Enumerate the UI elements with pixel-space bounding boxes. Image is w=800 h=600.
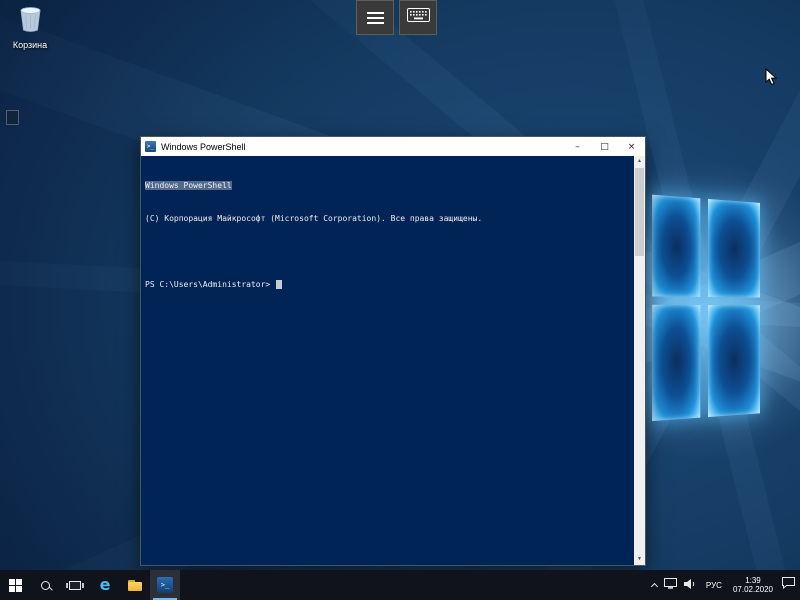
display-tray-button[interactable] — [664, 570, 677, 600]
system-tray: РУС 1:39 07.02.2020 — [652, 570, 800, 600]
volume-tray-button[interactable] — [684, 570, 697, 600]
mouse-cursor — [765, 68, 777, 91]
console-output[interactable]: Windows PowerShell (C) Корпорация Майкро… — [141, 156, 645, 565]
window-title: Windows PowerShell — [161, 142, 564, 152]
clock-date: 07.02.2020 — [733, 585, 773, 594]
powershell-window-icon: >_ — [145, 141, 156, 152]
language-indicator[interactable]: РУС — [704, 570, 724, 600]
windows-logo-pane — [708, 199, 760, 298]
internet-explorer-icon: e — [100, 577, 111, 593]
windows-start-icon — [9, 579, 22, 592]
desktop-icon-recycle-bin[interactable]: Корзина — [4, 6, 56, 50]
search-icon — [41, 581, 50, 590]
minimize-button[interactable]: – — [564, 137, 591, 156]
console-prompt-line: PS C:\Users\Administrator> — [145, 279, 641, 290]
search-button[interactable] — [30, 570, 60, 600]
close-button[interactable]: × — [618, 137, 645, 156]
powershell-taskbar-button[interactable]: >_ — [150, 570, 180, 600]
start-button[interactable] — [0, 570, 30, 600]
vm-console-toolbar — [356, 0, 437, 35]
hidden-icons-button[interactable] — [652, 570, 657, 600]
task-view-icon — [69, 581, 81, 590]
scroll-down-icon[interactable]: ▼ — [634, 554, 645, 565]
chevron-up-icon — [651, 582, 658, 589]
task-view-button[interactable] — [60, 570, 90, 600]
windows-logo-pane — [652, 195, 700, 297]
console-scrollbar[interactable]: ▲ ▼ — [634, 156, 645, 565]
console-prompt: PS C:\Users\Administrator> — [145, 280, 275, 289]
menu-button[interactable] — [356, 0, 394, 35]
clock[interactable]: 1:39 07.02.2020 — [731, 576, 775, 594]
folder-icon — [128, 580, 142, 591]
windows-logo — [652, 195, 762, 430]
console-line: (C) Корпорация Майкрософт (Microsoft Cor… — [145, 213, 641, 224]
display-icon — [664, 576, 677, 594]
file-explorer-button[interactable] — [120, 570, 150, 600]
recycle-bin-label: Корзина — [13, 40, 47, 50]
powershell-window: >_ Windows PowerShell – □ × Windows Powe… — [140, 136, 646, 566]
maximize-button[interactable]: □ — [591, 137, 618, 156]
recycle-bin-icon — [19, 6, 42, 38]
volume-icon — [684, 576, 697, 594]
scroll-up-icon[interactable]: ▲ — [634, 156, 645, 167]
scrollbar-thumb[interactable] — [635, 168, 644, 256]
windows-logo-pane — [708, 305, 760, 417]
taskbar: e >_ РУС 1:3 — [0, 570, 800, 600]
hamburger-icon — [367, 12, 384, 24]
console-blank-line — [145, 246, 641, 257]
action-center-button[interactable] — [782, 570, 795, 600]
clock-time: 1:39 — [745, 576, 761, 585]
action-center-icon — [782, 576, 795, 594]
keyboard-icon — [407, 8, 430, 27]
window-titlebar[interactable]: >_ Windows PowerShell – □ × — [141, 137, 645, 156]
internet-explorer-button[interactable]: e — [90, 570, 120, 600]
text-cursor — [276, 280, 282, 289]
desktop-shortcut-icon[interactable] — [6, 110, 19, 125]
keyboard-button[interactable] — [399, 0, 437, 35]
windows-logo-pane — [652, 305, 700, 421]
powershell-icon: >_ — [157, 577, 173, 593]
console-line: Windows PowerShell — [145, 180, 641, 191]
